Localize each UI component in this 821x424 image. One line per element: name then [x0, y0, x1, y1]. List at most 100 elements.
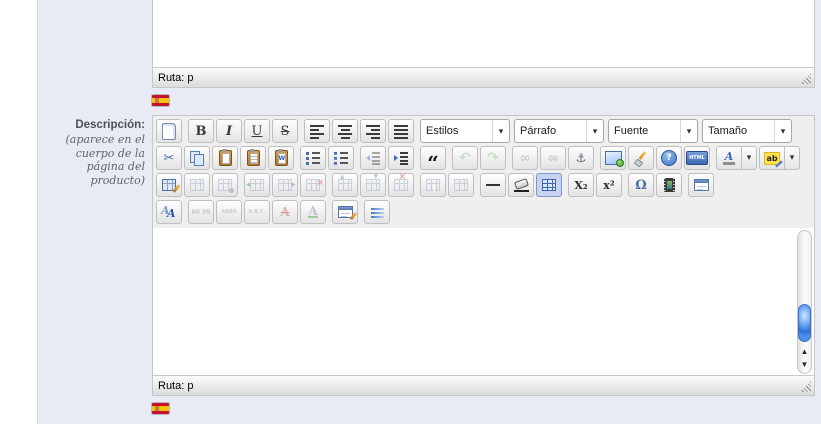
outdent-button [360, 146, 386, 170]
edit-attributes-button[interactable] [332, 200, 358, 224]
subscript-button[interactable]: X₂ [568, 173, 594, 197]
font-size-select[interactable]: Tamaño ▾ [702, 119, 792, 143]
scrollbar-thumb[interactable] [798, 304, 811, 342]
merge-cells-icon [454, 179, 468, 191]
delete-column-button [388, 173, 414, 197]
scroll-down-icon[interactable]: ▼ [801, 358, 809, 371]
toolbar-group [420, 173, 474, 197]
align-justify-button[interactable] [388, 119, 414, 143]
table-cell-properties-icon [218, 179, 234, 193]
acronym-button: A.B.C. [244, 200, 270, 224]
indent-button[interactable] [388, 146, 414, 170]
highlight-color-menu-button[interactable]: ▾ [785, 146, 800, 170]
strikethrough-icon: S [280, 123, 290, 139]
cleanup-code-button[interactable] [628, 146, 654, 170]
highlight-color-icon: ab [764, 151, 780, 165]
unordered-list-button[interactable] [300, 146, 326, 170]
insert-template-button[interactable] [688, 173, 714, 197]
toolbar-group: Ω [628, 173, 682, 197]
horizontal-rule-button[interactable] [480, 173, 506, 197]
toolbar-group [360, 146, 414, 170]
anchor-button[interactable]: ⚓ [568, 146, 594, 170]
description-editor-content[interactable]: ▲ ▼ [153, 228, 814, 375]
undo-icon: ↶ [459, 150, 471, 166]
toolbar-group: 66 99 ABBR A.B.C. A A [188, 200, 326, 224]
chevron-down-icon[interactable]: ▾ [586, 120, 603, 142]
help-button[interactable]: ? [656, 146, 682, 170]
subscript-icon: X₂ [574, 178, 588, 192]
toolbar-group: BIUS [188, 119, 298, 143]
toggle-guidelines-button[interactable] [536, 173, 562, 197]
toolbar-group: X₂ x² [568, 173, 622, 197]
delete-row-icon [306, 179, 324, 191]
special-character-button[interactable]: Ω [628, 173, 654, 197]
bold-icon: B [195, 123, 207, 139]
chevron-down-icon[interactable]: ▾ [774, 120, 791, 142]
cleanup-code-icon [634, 151, 648, 166]
insertion-icon: A [308, 204, 318, 218]
paste-button[interactable] [212, 146, 238, 170]
top-editor-content[interactable] [153, 0, 814, 67]
toolbar-group [156, 200, 182, 224]
insert-link-icon: ∞ [519, 150, 531, 166]
scrollbar-arrows: ▲ ▼ [798, 345, 811, 371]
align-center-button[interactable] [332, 119, 358, 143]
citation-icon: 66 99 [191, 208, 211, 216]
merge-cells-button [448, 173, 474, 197]
scrollbar[interactable]: ▲ ▼ [797, 230, 812, 374]
cut-icon: ✂ [163, 150, 175, 166]
new-document-button[interactable] [156, 119, 182, 143]
text-color-button[interactable]: A [716, 146, 742, 170]
styles-value: Estilos [426, 125, 459, 137]
insert-media-button[interactable] [656, 173, 682, 197]
insert-table-button[interactable] [156, 173, 182, 197]
table-row-properties-icon [190, 179, 204, 191]
insert-media-icon [663, 178, 675, 192]
strikethrough-button[interactable]: S [272, 119, 298, 143]
visual-characters-button[interactable] [364, 200, 390, 224]
font-family-select[interactable]: Fuente ▾ [608, 119, 698, 143]
resize-handle[interactable] [800, 381, 811, 392]
chevron-down-icon[interactable]: ▾ [492, 120, 509, 142]
styles-select[interactable]: Estilos ▾ [420, 119, 510, 143]
help-icon: ? [661, 150, 677, 166]
product-form-page: Ruta: p Descripción: (aparece en el cuer… [0, 0, 821, 424]
toolbar-group [332, 173, 414, 197]
scroll-up-icon[interactable]: ▲ [801, 345, 809, 358]
cut-button[interactable]: ✂ [156, 146, 182, 170]
copy-icon [189, 150, 205, 166]
align-right-button[interactable] [360, 119, 386, 143]
insert-column-after-button [360, 173, 386, 197]
paste-as-text-button[interactable] [240, 146, 266, 170]
split-cells-icon [426, 179, 440, 192]
remove-formatting-button[interactable] [508, 173, 534, 197]
underline-button[interactable]: U [244, 119, 270, 143]
spanish-flag-icon [152, 403, 169, 414]
delete-row-button [300, 173, 326, 197]
insert-image-button[interactable] [600, 146, 626, 170]
edit-css-style-button[interactable] [156, 200, 182, 224]
text-color-menu-button[interactable]: ▾ [742, 146, 757, 170]
superscript-button[interactable]: x² [596, 173, 622, 197]
edit-css-style-icon [161, 204, 177, 220]
toolbar-group: ↶ ↷ [452, 146, 506, 170]
chevron-down-icon[interactable]: ▾ [680, 120, 697, 142]
align-left-button[interactable] [304, 119, 330, 143]
italic-button[interactable]: I [216, 119, 242, 143]
top-editor-element-path: Ruta: p [158, 71, 194, 84]
redo-button: ↷ [480, 146, 506, 170]
paste-as-text-icon [246, 149, 260, 166]
html-source-button[interactable]: HTML [684, 146, 710, 170]
insert-image-icon [604, 151, 624, 167]
copy-button[interactable] [184, 146, 210, 170]
citation-button: 66 99 [188, 200, 214, 224]
resize-handle[interactable] [800, 73, 811, 84]
paste-from-word-button[interactable] [268, 146, 294, 170]
blockquote-button[interactable]: “ [420, 146, 446, 170]
bold-button[interactable]: B [188, 119, 214, 143]
paragraph-format-select[interactable]: Párrafo ▾ [514, 119, 604, 143]
ordered-list-button[interactable] [328, 146, 354, 170]
toolbar-group [304, 119, 414, 143]
field-title: Descripción: [75, 119, 145, 131]
highlight-color-button[interactable]: ab [759, 146, 785, 170]
